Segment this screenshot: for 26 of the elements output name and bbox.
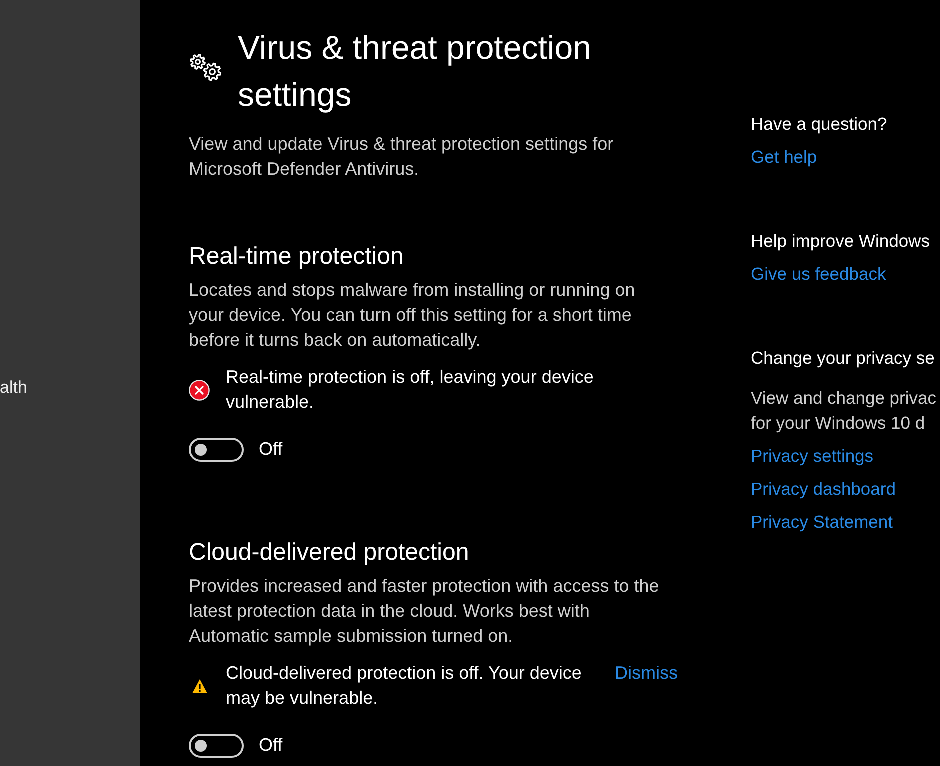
toggle-switch[interactable] <box>189 438 244 462</box>
toggle-label: Off <box>259 734 283 757</box>
section-heading: Cloud-delivered protection <box>189 538 470 568</box>
help-link[interactable]: Privacy dashboard <box>751 477 896 502</box>
help-link[interactable]: Privacy settings <box>751 444 874 469</box>
aside-heading: Change your privacy se <box>751 347 935 370</box>
alert-message: Cloud-delivered protection is off. Your device may be vulnerable. <box>226 662 583 710</box>
aside-heading: Help improve Windows <box>751 230 930 253</box>
help-link[interactable]: Get help <box>751 145 818 170</box>
alert-message: Real-time protection is off, leaving your device vulnerable. <box>226 366 595 414</box>
help-link[interactable]: Privacy Statement <box>751 510 893 535</box>
dismiss-link[interactable]: Dismiss <box>615 661 678 686</box>
warning-icon <box>192 678 208 694</box>
sidebar-item[interactable]: alth <box>0 375 28 400</box>
toggle-switch[interactable] <box>189 734 244 758</box>
aside-heading: Have a question? <box>751 113 888 136</box>
page-title: Virus & threat protection settings <box>238 28 592 115</box>
error-icon <box>189 380 210 400</box>
section-description: Provides increased and faster protection with access to the latest protection data in the cloud. Works best with Automatic sample submission turned on. <box>189 575 660 648</box>
section-heading: Real-time protection <box>189 242 404 272</box>
page-description: View and update Virus & threat protection settings for Microsoft Defender Antivirus. <box>189 133 615 181</box>
help-link[interactable]: Give us feedback <box>751 262 886 287</box>
toggle-label: Off <box>259 438 283 461</box>
aside-description: View and change privac for your Windows 10 d <box>751 387 936 435</box>
section-description: Locates and stops malware from installing or running on your device. You can turn off this setting for a short time before it turns back on automatically. <box>189 279 636 352</box>
settings-icon <box>189 53 222 82</box>
